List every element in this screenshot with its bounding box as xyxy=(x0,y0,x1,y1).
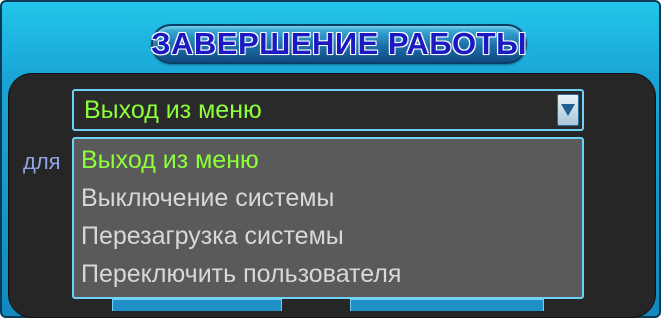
ok-button-partial[interactable] xyxy=(112,299,282,311)
dropdown-list: Выход из меню Выключение системы Перезаг… xyxy=(72,137,584,299)
select-value: Выход из меню xyxy=(84,96,262,124)
cancel-button-partial[interactable] xyxy=(350,299,544,311)
dialog-title: ЗАВЕРШЕНИЕ РАБОТЫ xyxy=(151,26,527,61)
shutdown-action-select[interactable]: Выход из меню xyxy=(72,89,584,131)
side-label: для xyxy=(23,149,61,174)
option-shutdown-system[interactable]: Выключение системы xyxy=(74,179,582,217)
option-exit-menu[interactable]: Выход из меню xyxy=(74,141,582,179)
title-plate: ЗАВЕРШЕНИЕ РАБОТЫ xyxy=(151,24,527,64)
triangle-down-icon xyxy=(561,104,575,116)
dropdown-button[interactable] xyxy=(557,94,579,126)
option-restart-system[interactable]: Перезагрузка системы xyxy=(74,217,582,255)
option-switch-user[interactable]: Переключить пользователя xyxy=(74,255,582,293)
